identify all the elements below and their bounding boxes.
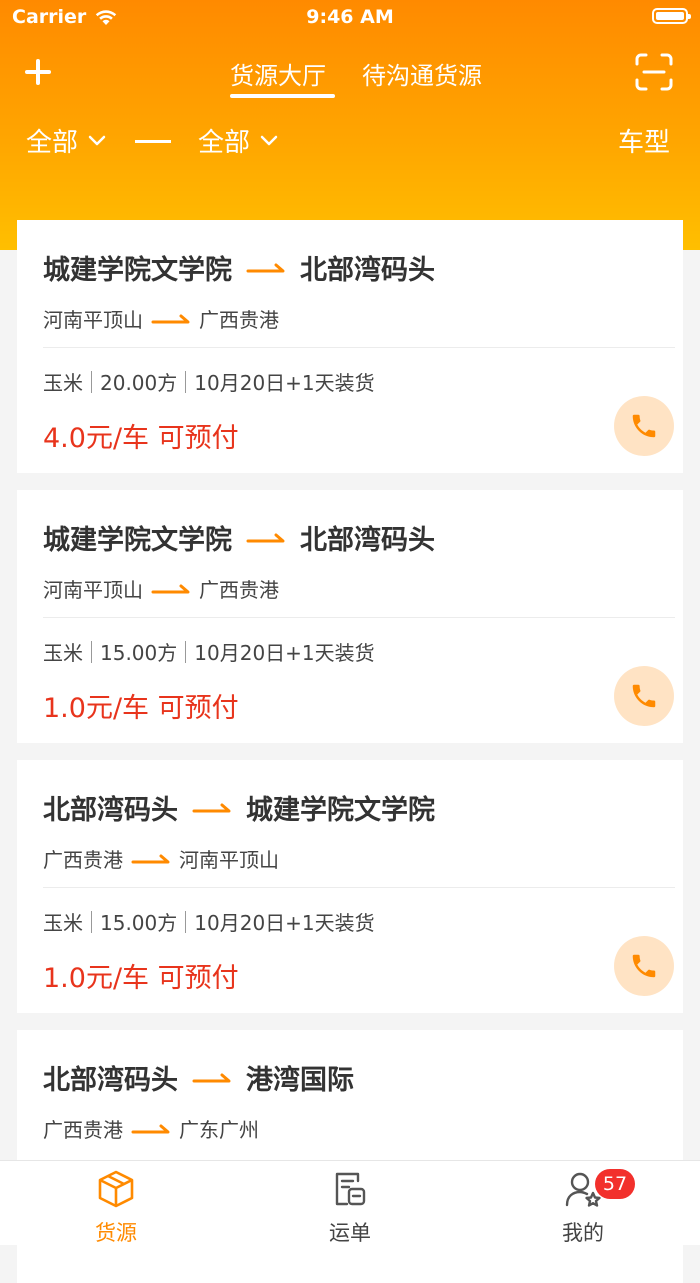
route-dash	[135, 140, 171, 143]
tabbar-label-waybill: 运单	[329, 1221, 371, 1245]
load-time: 10月20日+1天装货	[194, 641, 375, 665]
destination-filter-label: 全部	[198, 128, 251, 158]
status-bar: Carrier 9:46 AM	[0, 0, 700, 36]
to-region: 广西贵港	[199, 308, 279, 332]
route-arrow-icon	[131, 854, 170, 863]
route-sub: 河南平顶山 广西贵港	[43, 574, 279, 603]
to-region: 广西贵港	[199, 578, 279, 602]
to-place: 城建学院文学院	[246, 795, 435, 826]
phone-icon	[632, 954, 656, 978]
tabbar-item-waybill[interactable]: 运单	[290, 1169, 410, 1247]
to-place: 港湾国际	[246, 1065, 354, 1096]
origin-filter-label: 全部	[26, 128, 79, 158]
price: 4.0元/车 可预付	[43, 423, 239, 454]
cargo-meta: 玉米 15.00方 10月20日+1天装货	[43, 637, 375, 666]
cargo-card[interactable]: 北部湾码头 城建学院文学院 广西贵港 河南平顶山 玉米 15.00方 10月20…	[17, 760, 683, 1013]
route-sub: 广西贵港 河南平顶山	[43, 844, 279, 873]
load-time: 10月20日+1天装货	[194, 911, 375, 935]
to-region: 河南平顶山	[179, 848, 279, 872]
tabbar-item-mine[interactable]: 我的 57	[523, 1169, 643, 1247]
waybill-icon	[335, 1172, 366, 1206]
tab-bar: 货源 运单 我的 57	[0, 1160, 700, 1245]
from-place: 城建学院文学院	[43, 525, 232, 556]
destination-filter[interactable]: 全部	[198, 122, 278, 159]
from-region: 河南平顶山	[43, 308, 143, 332]
route-arrow-icon	[131, 1124, 170, 1133]
route-main: 北部湾码头 城建学院文学院	[43, 788, 435, 827]
to-place: 北部湾码头	[300, 255, 435, 286]
route-sub: 广西贵港 广东广州	[43, 1114, 259, 1143]
cargo-type: 玉米	[43, 911, 83, 935]
notification-badge: 57	[595, 1169, 635, 1199]
price: 1.0元/车 可预付	[43, 963, 239, 994]
chevron-down-icon	[260, 135, 278, 145]
from-place: 北部湾码头	[43, 795, 178, 826]
load-time: 10月20日+1天装货	[194, 371, 375, 395]
box-icon	[98, 1170, 134, 1208]
phone-icon	[632, 684, 656, 708]
card-divider	[43, 887, 675, 888]
route-main: 城建学院文学院 北部湾码头	[43, 518, 435, 557]
phone-icon	[632, 414, 656, 438]
tabbar-item-cargo[interactable]: 货源	[56, 1169, 176, 1247]
clock: 9:46 AM	[306, 6, 394, 28]
from-region: 广西贵港	[43, 1118, 123, 1142]
scan-button[interactable]	[634, 52, 674, 92]
card-divider	[43, 617, 675, 618]
route-main: 北部湾码头 港湾国际	[43, 1058, 354, 1097]
route-arrow-icon	[246, 533, 285, 542]
cargo-type: 玉米	[43, 641, 83, 665]
route-arrow-icon	[151, 314, 190, 323]
cargo-meta: 玉米 20.00方 10月20日+1天装货	[43, 367, 375, 396]
route-arrow-icon	[192, 803, 231, 812]
route-arrow-icon	[192, 1073, 231, 1082]
cargo-type: 玉米	[43, 371, 83, 395]
origin-filter[interactable]: 全部	[26, 122, 106, 159]
to-place: 北部湾码头	[300, 525, 435, 556]
chevron-down-icon	[88, 135, 106, 145]
filter-row: 全部 全部 车型	[0, 118, 700, 162]
tabbar-label-mine: 我的	[562, 1221, 604, 1245]
cargo-meta: 玉米 15.00方 10月20日+1天装货	[43, 907, 375, 936]
vehicle-type-filter[interactable]: 车型	[618, 122, 670, 159]
route-arrow-icon	[246, 263, 285, 272]
to-region: 广东广州	[179, 1118, 259, 1142]
from-region: 广西贵港	[43, 848, 123, 872]
route-sub: 河南平顶山 广西贵港	[43, 304, 279, 333]
cargo-volume: 15.00方	[100, 641, 178, 665]
tabbar-label-cargo: 货源	[95, 1221, 137, 1245]
from-place: 北部湾码头	[43, 1065, 178, 1096]
header: Carrier 9:46 AM 货源大厅 待沟通货源 全部 全部 车型	[0, 0, 700, 250]
route-arrow-icon	[151, 584, 190, 593]
call-button[interactable]	[614, 936, 674, 996]
battery-icon	[652, 8, 691, 24]
from-region: 河南平顶山	[43, 578, 143, 602]
nav-row: 货源大厅 待沟通货源	[0, 48, 700, 98]
active-tab-indicator	[230, 94, 335, 98]
add-button[interactable]	[22, 56, 54, 88]
tab-cargo-hall[interactable]: 货源大厅	[230, 56, 326, 91]
cargo-volume: 20.00方	[100, 371, 178, 395]
tab-pending-cargo[interactable]: 待沟通货源	[362, 56, 482, 91]
cargo-volume: 15.00方	[100, 911, 178, 935]
cargo-card[interactable]: 城建学院文学院 北部湾码头 河南平顶山 广西贵港 玉米 15.00方 10月20…	[17, 490, 683, 743]
card-divider	[43, 347, 675, 348]
call-button[interactable]	[614, 396, 674, 456]
from-place: 城建学院文学院	[43, 255, 232, 286]
scan-icon	[635, 53, 673, 91]
cargo-card[interactable]: 城建学院文学院 北部湾码头 河南平顶山 广西贵港 玉米 20.00方 10月20…	[17, 220, 683, 473]
call-button[interactable]	[614, 666, 674, 726]
price: 1.0元/车 可预付	[43, 693, 239, 724]
route-main: 城建学院文学院 北部湾码头	[43, 248, 435, 287]
